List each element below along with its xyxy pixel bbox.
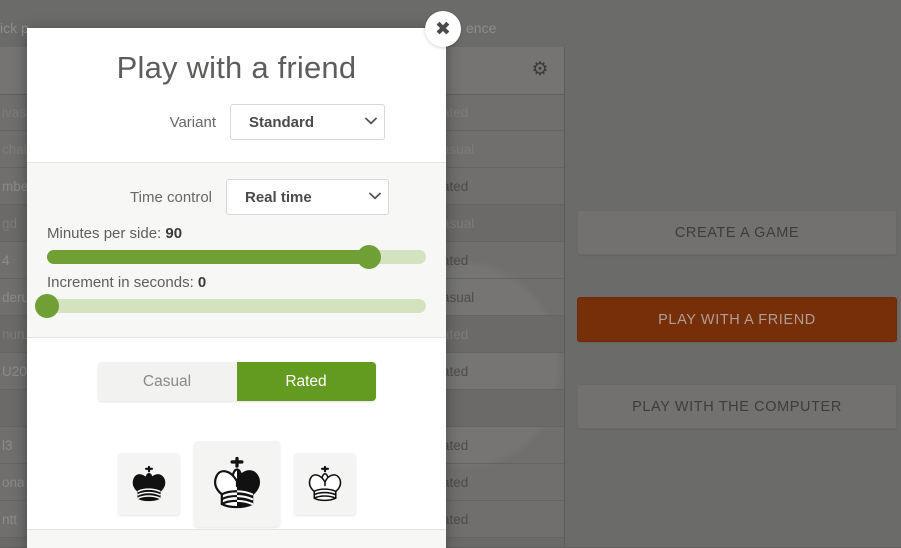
table-cell-mode: ated bbox=[442, 179, 469, 194]
variant-label: Variant bbox=[169, 113, 216, 131]
black-king-icon bbox=[127, 462, 171, 506]
variant-select[interactable]: Standard bbox=[230, 104, 385, 140]
minutes-per-side-value: 90 bbox=[165, 225, 183, 242]
table-cell-mode: ated bbox=[442, 327, 469, 342]
time-control-label: Time control bbox=[130, 188, 212, 206]
table-cell-mode: ated bbox=[440, 538, 564, 547]
minutes-per-side-label-text: Minutes per side: bbox=[47, 225, 166, 242]
increment-slider[interactable] bbox=[35, 294, 426, 318]
modal-footer bbox=[27, 529, 446, 548]
minutes-slider-handle[interactable] bbox=[357, 245, 382, 269]
time-control-section: Time control Real time Minutes per side:… bbox=[27, 162, 446, 338]
table-cell-mode: ated bbox=[442, 475, 469, 490]
casual-button[interactable]: Casual bbox=[97, 362, 237, 401]
table-cell-mode bbox=[440, 390, 564, 426]
rated-button[interactable]: Rated bbox=[236, 362, 376, 401]
table-cell-mode: asual bbox=[442, 290, 475, 305]
table-cell-mode: ated bbox=[442, 105, 469, 120]
color-white-button[interactable] bbox=[293, 453, 356, 515]
increment-label: Increment in seconds: 0 bbox=[47, 274, 426, 291]
table-cell-mode: ated bbox=[442, 512, 469, 527]
color-selection-section bbox=[27, 409, 446, 527]
white-king-icon bbox=[303, 462, 347, 506]
table-cell-mode: ated bbox=[442, 253, 469, 268]
game-mode-toggle: Casual Rated bbox=[97, 362, 376, 401]
variant-select-value: Standard bbox=[249, 113, 315, 131]
color-black-button[interactable] bbox=[117, 453, 180, 515]
play-with-friend-modal: Play with a friend Variant Standard Time… bbox=[27, 28, 446, 548]
table-cell-mode: asual bbox=[442, 216, 475, 231]
chevron-down-icon bbox=[358, 117, 384, 128]
time-control-select-value: Real time bbox=[245, 188, 312, 206]
color-random-button[interactable] bbox=[193, 441, 280, 527]
variant-section: Variant Standard bbox=[27, 104, 446, 162]
time-control-select[interactable]: Real time bbox=[226, 179, 389, 215]
table-cell-mode: ated bbox=[442, 438, 469, 453]
table-cell-mode: ated bbox=[442, 364, 469, 379]
random-king-icon bbox=[206, 453, 268, 515]
table-cell-mode: asual bbox=[442, 142, 475, 157]
side-button-2[interactable]: PLAY WITH THE COMPUTER bbox=[577, 384, 897, 429]
side-button-1[interactable]: PLAY WITH A FRIEND bbox=[577, 297, 897, 342]
modal-title: Play with a friend bbox=[116, 50, 357, 85]
close-icon[interactable]: ✖ bbox=[425, 11, 461, 47]
variant-row: Variant Standard bbox=[47, 104, 426, 140]
increment-slider-handle[interactable] bbox=[35, 294, 59, 318]
side-button-0[interactable]: CREATE A GAME bbox=[577, 210, 897, 255]
gear-icon[interactable]: ⚙ bbox=[530, 60, 550, 80]
increment-label-text: Increment in seconds: bbox=[47, 274, 198, 291]
increment-value: 0 bbox=[197, 274, 207, 291]
minutes-per-side-label: Minutes per side: 90 bbox=[47, 225, 426, 242]
time-control-row: Time control Real time bbox=[47, 179, 426, 215]
minutes-per-side-slider[interactable] bbox=[47, 245, 426, 269]
chevron-down-icon bbox=[362, 192, 388, 203]
game-mode-section: Casual Rated bbox=[27, 338, 446, 409]
minutes-slider-fill bbox=[47, 250, 370, 264]
lobby-side-buttons: CREATE A GAME PLAY WITH A FRIEND PLAY WITH… bbox=[577, 210, 897, 471]
background-header-right: ence bbox=[466, 20, 497, 36]
